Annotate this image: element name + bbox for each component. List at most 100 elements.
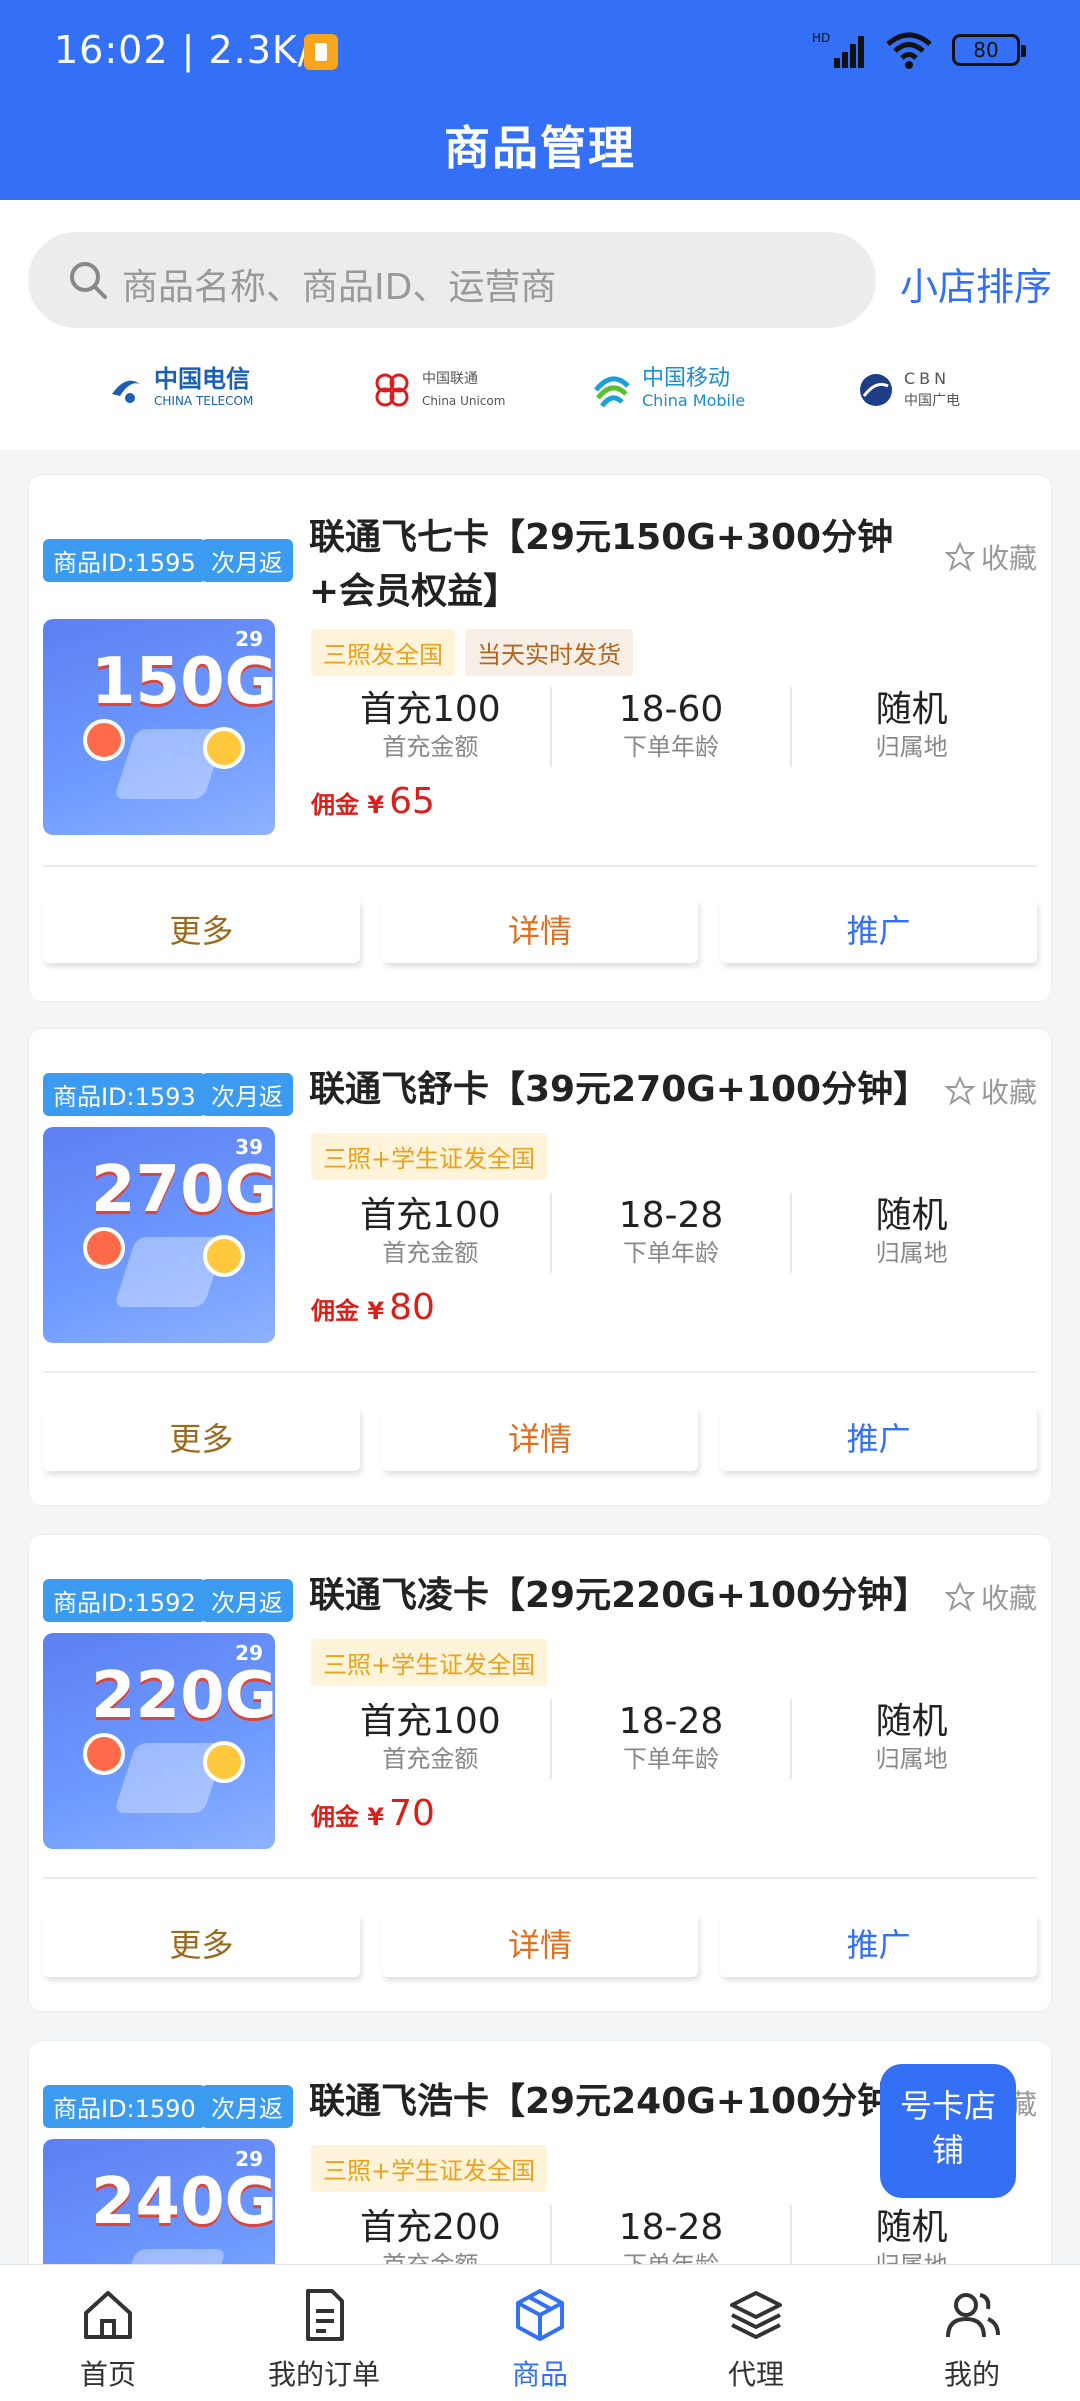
page-title: 商品管理 [444, 121, 636, 175]
favorite-button[interactable]: 收藏 [944, 1577, 1037, 1617]
thumbnail-data-amount: 150G [91, 645, 275, 719]
carrier-broadnet[interactable]: CBN 中国广电 [856, 358, 960, 422]
tag: 三照发全国 [311, 629, 455, 676]
recharge-stat: 首充100 首充金额 [311, 1699, 552, 1779]
divider [43, 1371, 1037, 1373]
nav-label: 商品 [511, 2358, 568, 2391]
nav-products[interactable]: 商品 [432, 2265, 648, 2401]
product-thumbnail[interactable]: 29 220G [43, 1633, 275, 1849]
china-unicom-logo [375, 373, 409, 407]
carrier-sub: CBN [904, 369, 951, 388]
users-icon [946, 2293, 1000, 2338]
favorite-label: 收藏 [980, 542, 1037, 575]
battery-icon: 80 [952, 34, 1026, 66]
search-input[interactable]: 商品名称、商品ID、运营商 [28, 232, 876, 328]
commission-value: 65 [389, 781, 435, 822]
nav-label: 代理 [727, 2358, 784, 2391]
product-tags: 三照发全国 当天实时发货 [311, 629, 633, 676]
commission-label: 佣金 ¥ [311, 1803, 385, 1831]
next-month-return-badge: 次月返 [201, 1073, 293, 1116]
carrier-unicom[interactable]: 中国联通 China Unicom [370, 358, 505, 422]
more-button[interactable]: 更多 [43, 1913, 360, 1977]
bottom-nav: 首页 我的订单 商品 代理 我的 [0, 2264, 1080, 2401]
commission: 佣金 ¥ 80 [311, 1287, 435, 1328]
product-tags: 三照+学生证发全国 [311, 2145, 548, 2192]
detail-button[interactable]: 详情 [381, 1407, 699, 1471]
product-id-badge: 商品ID:1592 [43, 1579, 206, 1622]
nav-agent[interactable]: 代理 [648, 2265, 864, 2401]
product-title[interactable]: 联通飞舒卡【39元270G+100分钟】 [309, 1063, 949, 1117]
float-button-line1: 号卡店 [899, 2087, 996, 2125]
detail-button[interactable]: 详情 [381, 899, 699, 963]
commission-label: 佣金 ¥ [311, 791, 385, 819]
promote-button[interactable]: 推广 [720, 899, 1038, 963]
more-button[interactable]: 更多 [43, 1407, 360, 1471]
product-thumbnail[interactable]: 29 150G [43, 619, 275, 835]
favorite-button[interactable]: 收藏 [944, 537, 1037, 577]
box-icon [516, 2289, 564, 2341]
recharge-value: 首充100 [359, 1701, 501, 1742]
shop-sort-link[interactable]: 小店排序 [900, 256, 1052, 311]
commission: 佣金 ¥ 65 [311, 781, 435, 822]
recharge-value: 首充100 [359, 1195, 501, 1236]
region-value: 随机 [875, 689, 948, 730]
nav-mine[interactable]: 我的 [864, 2265, 1080, 2401]
search-placeholder: 商品名称、商品ID、运营商 [122, 267, 557, 308]
commission-value: 70 [389, 1793, 435, 1834]
status-bar: 16:02 | 2.3K/s HD 80 [0, 0, 1080, 100]
region-label: 归属地 [875, 733, 948, 761]
product-thumbnail[interactable]: 39 270G [43, 1127, 275, 1343]
heart-icon [203, 727, 245, 769]
app-header: 16:02 | 2.3K/s HD 80 商品管理 [0, 0, 1080, 200]
product-card: 商品ID:1593 次月返 39 270G 联通飞舒卡【39元270G+100分… [28, 1028, 1052, 1506]
heart-icon [203, 1741, 245, 1783]
age-value: 18-60 [618, 689, 724, 730]
nav-label: 首页 [79, 2358, 136, 2391]
tag: 三照+学生证发全国 [311, 1133, 548, 1180]
heart-icon [203, 1235, 245, 1277]
region-stat: 随机 归属地 [792, 687, 1031, 767]
divider [43, 865, 1037, 867]
china-broadnet-logo [860, 374, 892, 406]
svg-text:HD: HD [812, 31, 830, 45]
age-stat: 18-60 下单年龄 [552, 687, 793, 767]
thumbnail-data-amount: 240G [91, 2165, 275, 2239]
wifi-icon [886, 32, 932, 69]
product-stats: 首充100 首充金额 18-60 下单年龄 随机 归属地 [311, 687, 1031, 767]
star-icon [944, 1582, 975, 1612]
region-stat: 随机 归属地 [792, 1699, 1031, 1779]
promote-button[interactable]: 推广 [720, 1407, 1038, 1471]
carrier-filter-row: 中国电信 CHINA TELECOM 中国联通 China Unicom 中国移… [0, 350, 1080, 430]
next-month-return-badge: 次月返 [201, 1579, 293, 1622]
thumbnail-data-amount: 270G [91, 1153, 275, 1227]
signal-icon: HD [812, 31, 864, 68]
carrier-name: 中国移动 [642, 366, 731, 391]
star-icon [944, 1076, 975, 1106]
card-shop-float-button[interactable]: 号卡店 铺 [880, 2064, 1016, 2198]
carrier-name: 中国联通 [422, 371, 478, 387]
region-value: 随机 [875, 2207, 948, 2248]
carrier-sub: China Unicom [422, 394, 506, 408]
region-stat: 随机 归属地 [792, 1193, 1031, 1273]
divider [43, 1877, 1037, 1879]
favorite-button[interactable]: 收藏 [944, 1071, 1037, 1111]
product-title[interactable]: 联通飞凌卡【29元220G+100分钟】 [309, 1569, 949, 1623]
promote-button[interactable]: 推广 [720, 1913, 1038, 1977]
tag: 三照+学生证发全国 [311, 2145, 548, 2192]
china-telecom-logo [112, 380, 140, 403]
tag: 当天实时发货 [465, 629, 633, 676]
carrier-sub: China Mobile [642, 391, 746, 410]
carrier-mobile[interactable]: 中国移动 China Mobile [590, 358, 745, 422]
nav-label: 我的 [943, 2358, 1000, 2391]
nav-home[interactable]: 首页 [0, 2265, 216, 2401]
product-title[interactable]: 联通飞浩卡【29元240G+100分钟】 [309, 2075, 949, 2129]
detail-button[interactable]: 详情 [381, 1913, 699, 1977]
next-month-return-badge: 次月返 [201, 539, 293, 582]
age-value: 18-28 [618, 1701, 724, 1742]
product-title[interactable]: 联通飞七卡【29元150G+300分钟+会员权益】 [309, 511, 949, 619]
carrier-sub: CHINA TELECOM [154, 394, 254, 408]
more-button[interactable]: 更多 [43, 899, 360, 963]
carrier-telecom[interactable]: 中国电信 CHINA TELECOM [106, 358, 253, 422]
nav-orders[interactable]: 我的订单 [216, 2265, 432, 2401]
product-id-badge: 商品ID:1595 [43, 539, 206, 582]
